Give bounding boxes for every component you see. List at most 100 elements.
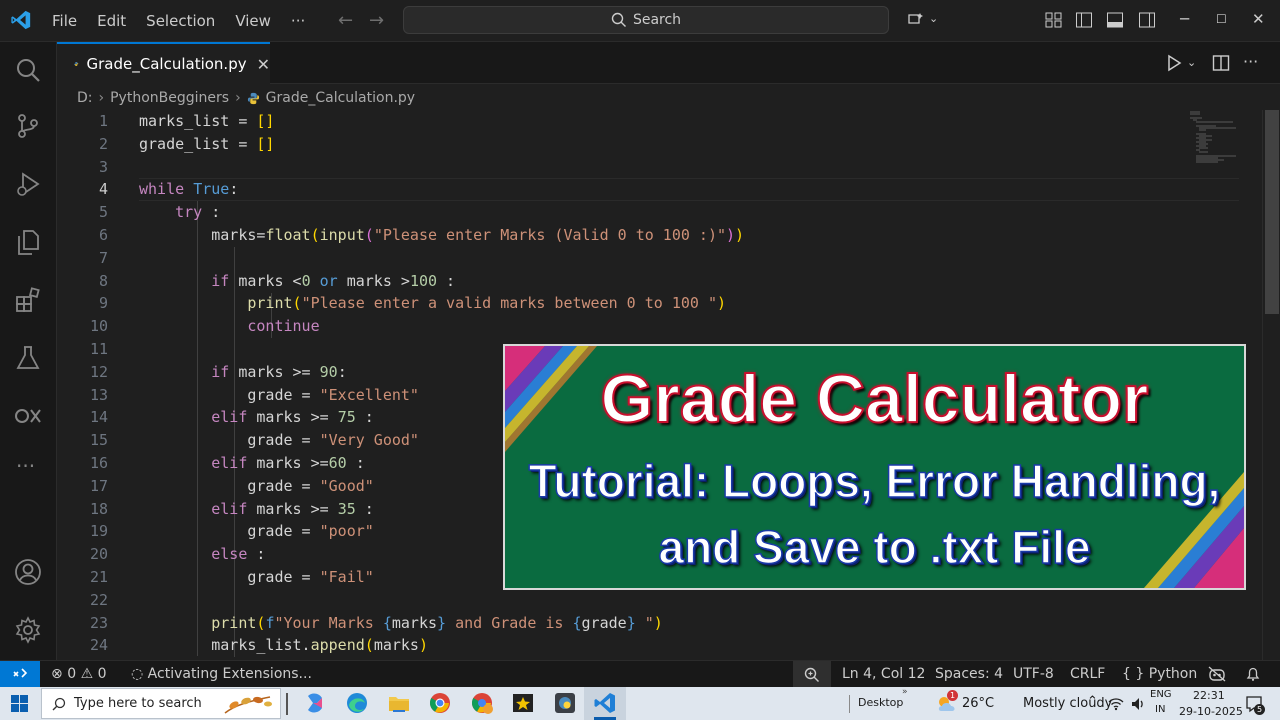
minimap[interactable] (1188, 110, 1248, 170)
code-line[interactable]: 10 continue (57, 315, 1262, 338)
editor-scrollbar[interactable] (1262, 110, 1280, 660)
code-text[interactable]: elif marks >= 75 : (139, 406, 374, 429)
run-python-file-icon[interactable] (1165, 54, 1183, 72)
volume-icon[interactable] (1130, 696, 1146, 712)
zoom-button[interactable] (793, 661, 831, 688)
toggle-secondary-sidebar-icon[interactable] (1138, 11, 1156, 29)
code-line[interactable]: 4 while True: (57, 178, 1262, 202)
code-text[interactable]: print("Please enter a valid marks betwee… (139, 292, 726, 315)
code-text[interactable]: marks=float(input("Please enter Marks (V… (139, 224, 744, 247)
toggle-panel-icon[interactable] (1106, 11, 1124, 29)
more-actions-icon[interactable]: ··· (1243, 52, 1258, 71)
maximize-icon[interactable]: ☐ (1216, 12, 1227, 26)
code-line[interactable]: 22 (57, 589, 1262, 612)
chrome-profile-icon[interactable] (470, 691, 494, 715)
code-text[interactable]: grade = "poor" (139, 520, 373, 543)
customize-layout-icon[interactable] (1045, 11, 1063, 29)
code-line[interactable]: 3 (57, 156, 1262, 179)
windows-start-icon[interactable] (11, 695, 28, 712)
code-text[interactable]: marks_list.append(marks) (139, 634, 428, 657)
weather-description[interactable]: Mostly cloudy (1023, 696, 1112, 711)
code-text[interactable]: else : (139, 543, 265, 566)
close-tab-icon[interactable]: ✕ (257, 55, 270, 74)
clock-time[interactable]: 22:31 (1193, 689, 1225, 702)
taskbar-search-box[interactable]: Type here to search (41, 688, 281, 719)
menu-selection[interactable]: Selection (136, 12, 225, 30)
weather-temperature[interactable]: 26°C (962, 696, 994, 711)
testing-flask-icon[interactable] (14, 344, 42, 372)
input-language-bottom[interactable]: IN (1155, 704, 1165, 715)
code-line[interactable]: 7 (57, 247, 1262, 270)
code-line[interactable]: 24 marks_list.append(marks) (57, 634, 1262, 657)
code-text[interactable]: print(f"Your Marks {marks} and Grade is … (139, 612, 663, 635)
account-icon[interactable] (14, 558, 42, 586)
chrome-browser-icon[interactable] (428, 691, 452, 715)
menu-more[interactable]: ··· (281, 12, 315, 30)
run-debug-icon[interactable] (14, 170, 42, 198)
scrollbar-thumb[interactable] (1265, 110, 1279, 314)
run-options-chevron-icon[interactable]: ⌄ (1187, 56, 1196, 69)
activating-extensions-status[interactable]: ◌ Activating Extensions... (131, 666, 312, 682)
edge-browser-icon[interactable] (345, 691, 369, 715)
cursor-position[interactable]: Ln 4, Col 12 (842, 666, 925, 682)
code-line[interactable]: 5 try : (57, 201, 1262, 224)
vscode-app-icon[interactable] (593, 691, 617, 715)
close-window-icon[interactable]: ✕ (1252, 10, 1265, 28)
wifi-icon[interactable] (1108, 697, 1124, 711)
code-text[interactable]: grade = "Very Good" (139, 429, 419, 452)
copilot-sparkle-icon[interactable] (907, 11, 925, 29)
menu-file[interactable]: File (42, 12, 87, 30)
toolbar-expand-icon[interactable]: » (902, 687, 908, 697)
code-text[interactable]: elif marks >=60 : (139, 452, 365, 475)
code-text[interactable]: grade = "Fail" (139, 566, 373, 589)
problems-indicator[interactable]: ⊗ 0 ⚠ 0 (51, 666, 107, 682)
forward-arrow-icon[interactable]: → (369, 10, 384, 31)
code-text[interactable]: try : (139, 201, 220, 224)
split-editor-icon[interactable] (1212, 54, 1230, 72)
show-hidden-icons-chevron-icon[interactable]: ⌃ (1087, 694, 1098, 709)
desktop-toolbar-label[interactable]: Desktop (858, 696, 903, 709)
code-line[interactable]: 23 print(f"Your Marks {marks} and Grade … (57, 612, 1262, 635)
code-line[interactable]: 2 grade_list = [] (57, 133, 1262, 156)
chevron-down-icon[interactable]: ⌄ (929, 12, 938, 25)
explorer-search-icon[interactable] (14, 56, 42, 84)
code-text[interactable]: grade_list = [] (139, 133, 274, 156)
code-line[interactable]: 1 marks_list = [] (57, 110, 1262, 133)
movie-maker-icon[interactable] (511, 691, 535, 715)
toggle-primary-sidebar-icon[interactable] (1075, 11, 1093, 29)
clock-date[interactable]: 29-10-2025 (1179, 705, 1243, 718)
code-text[interactable]: grade = "Excellent" (139, 384, 419, 407)
remote-explorer-icon[interactable] (14, 402, 42, 430)
code-line[interactable]: 8 if marks <0 or marks >100 : (57, 270, 1262, 293)
end-of-line[interactable]: CRLF (1070, 666, 1105, 682)
tab-grade-calculation[interactable]: Grade_Calculation.py ✕ (57, 42, 270, 84)
file-explorer-icon[interactable] (387, 691, 411, 715)
menu-view[interactable]: View (225, 12, 281, 30)
remote-indicator[interactable] (0, 661, 40, 688)
code-text[interactable]: elif marks >= 35 : (139, 498, 374, 521)
code-text[interactable]: continue (139, 315, 319, 338)
extensions-icon[interactable] (14, 286, 42, 314)
more-views-icon[interactable]: ··· (16, 454, 35, 478)
python-idle-icon[interactable] (553, 691, 577, 715)
code-text[interactable]: marks_list = [] (139, 110, 274, 133)
code-line[interactable]: 9 print("Please enter a valid marks betw… (57, 292, 1262, 315)
source-control-icon[interactable] (14, 112, 42, 140)
language-mode[interactable]: { } Python (1122, 666, 1197, 682)
indentation-setting[interactable]: Spaces: 4 (935, 666, 1003, 682)
back-arrow-icon[interactable]: ← (338, 10, 353, 31)
breadcrumb-folder[interactable]: PythonBegginers (110, 90, 229, 106)
code-text[interactable]: grade = "Good" (139, 475, 373, 498)
notifications-bell-icon[interactable] (1245, 666, 1261, 682)
file-encoding[interactable]: UTF-8 (1013, 666, 1054, 682)
breadcrumb-drive[interactable]: D: (77, 90, 93, 106)
copilot-status-icon[interactable] (1208, 666, 1226, 682)
code-text[interactable]: if marks <0 or marks >100 : (139, 270, 455, 293)
command-search-box[interactable]: Search (403, 6, 889, 34)
input-language-top[interactable]: ENG (1150, 689, 1172, 700)
copilot-app-icon[interactable] (303, 691, 327, 715)
code-line[interactable]: 6 marks=float(input("Please enter Marks … (57, 224, 1262, 247)
settings-gear-icon[interactable] (14, 616, 42, 644)
code-text[interactable]: while True: (139, 178, 238, 201)
menu-edit[interactable]: Edit (87, 12, 136, 30)
